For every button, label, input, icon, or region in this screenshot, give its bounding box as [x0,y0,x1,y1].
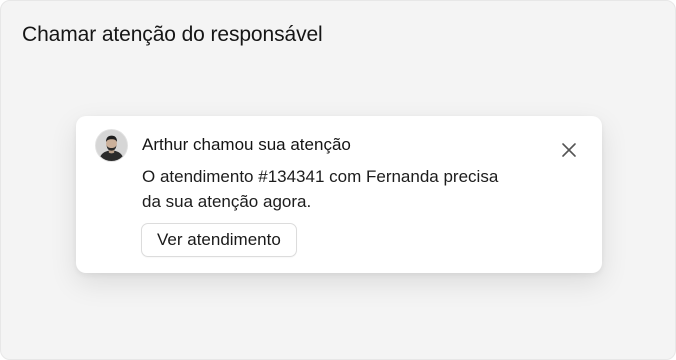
notification-title: Arthur chamou sua atenção [142,135,351,154]
attention-notification: Arthur chamou sua atenção O atendimento … [76,116,602,273]
avatar [96,130,127,161]
user-avatar-icon [96,130,127,161]
page-title: Chamar atenção do responsável [22,23,323,46]
view-ticket-button[interactable]: Ver atendimento [141,223,297,257]
close-button[interactable] [558,139,580,161]
close-icon [562,143,576,157]
notification-message: O atendimento #134341 com Fernanda preci… [142,167,499,211]
page-frame: Chamar atenção do responsável Arthur cha… [0,0,676,360]
